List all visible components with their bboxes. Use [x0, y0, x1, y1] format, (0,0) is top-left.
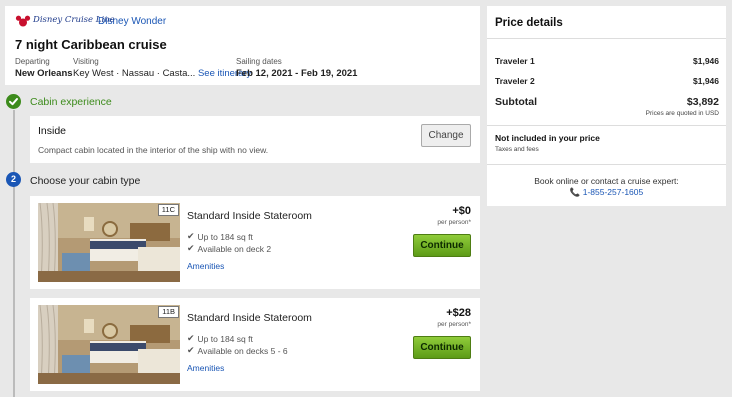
check-circle-icon — [6, 94, 21, 109]
amenities-link[interactable]: Amenities — [187, 363, 224, 373]
sailing-value: Feb 12, 2021 - Feb 19, 2021 — [236, 68, 358, 79]
visiting-value: Key West · Nassau · Casta... — [73, 68, 196, 79]
disney-cruise-line-logo: Disney Cruise Line — [15, 14, 115, 28]
price-details-panel: Price details Traveler 1 $1,946 Traveler… — [487, 6, 726, 206]
cabin-size-feature: ✔ Up to 184 sq ft — [187, 333, 253, 344]
phone-number[interactable]: 1-855-257-1605 — [583, 187, 644, 197]
cabin-price: +$28 — [446, 307, 471, 319]
traveler-1-row: Traveler 1 $1,946 — [495, 56, 719, 66]
cruise-title: 7 night Caribbean cruise — [15, 37, 167, 52]
currency-note: Prices are quoted in USD — [645, 110, 719, 117]
departing-value: New Orleans — [15, 68, 73, 79]
cabin-deck: Available on deck 2 — [197, 243, 272, 254]
cabin-photo[interactable]: 11B — [38, 305, 180, 384]
divider — [487, 38, 726, 39]
traveler-1-label: Traveler 1 — [495, 56, 535, 66]
departing-info: Departing New Orleans — [15, 57, 73, 79]
phone-link[interactable]: 📞 1-855-257-1605 — [487, 187, 726, 198]
cabin-experience-description: Compact cabin located in the interior of… — [38, 145, 269, 155]
amenities-link[interactable]: Amenities — [187, 261, 224, 271]
cabin-size: Up to 184 sq ft — [197, 231, 253, 242]
cabin-price: +$0 — [452, 205, 471, 217]
step-cabin-experience-title: Cabin experience — [30, 96, 112, 108]
visiting-info: Visiting Key West · Nassau · Casta... Se… — [73, 57, 251, 79]
cabin-option-card: 11B Standard Inside Stateroom ✔ Up to 18… — [30, 298, 480, 391]
cabin-size: Up to 184 sq ft — [197, 333, 253, 344]
subtotal-value: $3,892 — [686, 96, 719, 108]
step-cabin-type-title: Choose your cabin type — [30, 175, 141, 187]
cruise-summary-card: Disney Cruise Line Disney Wonder 7 night… — [5, 6, 480, 85]
cabin-experience-card: Inside Compact cabin located in the inte… — [30, 116, 480, 163]
not-included-title: Not included in your price — [495, 133, 600, 143]
per-person-note: per person* — [437, 321, 471, 328]
brand-row: Disney Cruise Line Disney Wonder — [15, 14, 166, 28]
check-icon: ✔ — [187, 333, 195, 343]
cabin-deck: Available on decks 5 - 6 — [197, 345, 288, 356]
cabin-deck-feature: ✔ Available on decks 5 - 6 — [187, 345, 288, 356]
mickey-logo-icon — [15, 15, 31, 27]
divider — [487, 125, 726, 126]
not-included-detail: Taxes and fees — [495, 146, 539, 153]
change-button[interactable]: Change — [421, 124, 471, 147]
contact-text: Book online or contact a cruise expert: — [534, 176, 679, 186]
continue-button[interactable]: Continue — [413, 336, 471, 359]
brand-text: Disney Cruise Line — [33, 15, 115, 25]
cabin-category-badge: 11B — [158, 306, 179, 318]
subtotal-row: Subtotal $3,892 — [495, 96, 719, 108]
cabin-option-card: 11C Standard Inside Stateroom ✔ Up to 18… — [30, 196, 480, 289]
phone-icon: 📞 — [569, 187, 581, 197]
price-details-title: Price details — [495, 17, 563, 29]
cabin-category-badge: 11C — [157, 204, 179, 216]
subtotal-label: Subtotal — [495, 96, 537, 108]
per-person-note: per person* — [437, 219, 471, 226]
cabin-experience-name: Inside — [38, 125, 67, 137]
cabin-name: Standard Inside Stateroom — [187, 312, 312, 324]
check-icon: ✔ — [187, 243, 195, 253]
traveler-2-price: $1,946 — [693, 76, 719, 86]
cabin-deck-feature: ✔ Available on deck 2 — [187, 243, 271, 254]
cabin-name: Standard Inside Stateroom — [187, 210, 312, 222]
cabin-photo[interactable]: 11C — [38, 203, 180, 282]
sailing-info: Sailing dates Feb 12, 2021 - Feb 19, 202… — [236, 57, 357, 79]
sailing-label: Sailing dates — [236, 57, 282, 66]
visiting-label: Visiting — [73, 57, 99, 66]
continue-button[interactable]: Continue — [413, 234, 471, 257]
traveler-2-label: Traveler 2 — [495, 76, 535, 86]
traveler-2-row: Traveler 2 $1,946 — [495, 76, 719, 86]
check-icon: ✔ — [187, 345, 195, 355]
departing-label: Departing — [15, 57, 50, 66]
step-number-badge: 2 — [6, 172, 21, 187]
traveler-1-price: $1,946 — [693, 56, 719, 66]
check-icon: ✔ — [187, 231, 195, 241]
visiting-value-row: Key West · Nassau · Casta... See itinera… — [73, 68, 251, 79]
step-timeline — [13, 110, 15, 397]
cabin-size-feature: ✔ Up to 184 sq ft — [187, 231, 253, 242]
divider — [487, 164, 726, 165]
